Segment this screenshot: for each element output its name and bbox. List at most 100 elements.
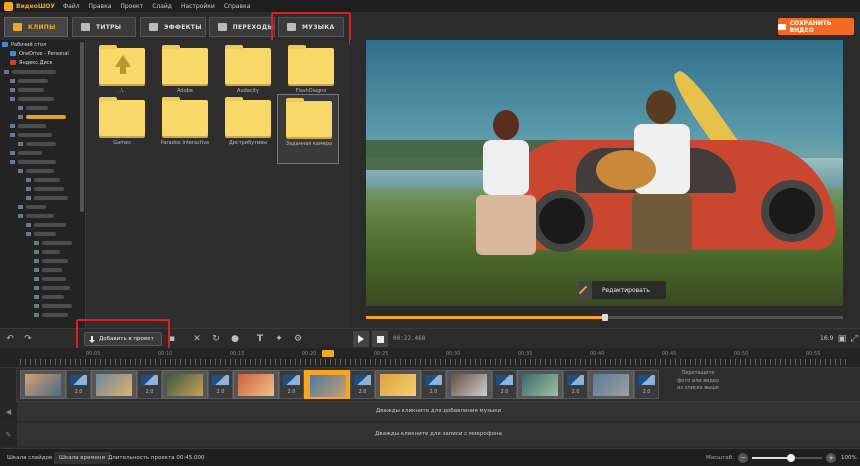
- seek-thumb[interactable]: [601, 314, 608, 321]
- timeline-transition[interactable]: 2.0: [137, 370, 162, 399]
- title-bar: ВидеоШОУ Файл Правка Проект Слайд Настро…: [0, 0, 860, 12]
- edit-button[interactable]: Редактировать: [578, 281, 666, 299]
- timeline-slide[interactable]: [233, 370, 279, 399]
- tree-item-blurred[interactable]: [0, 292, 85, 301]
- save-video-button[interactable]: СОХРАНИТЬ ВИДЕО: [778, 18, 854, 35]
- tree-item-blurred[interactable]: [0, 202, 85, 211]
- tree-item-blurred[interactable]: [0, 193, 85, 202]
- timeline-transition[interactable]: 2.0: [279, 370, 304, 399]
- tree-item-blurred[interactable]: [0, 130, 85, 139]
- menu-project[interactable]: Проект: [120, 3, 143, 10]
- mic-track[interactable]: ✎ Дважды кликните для записи с микрофона: [0, 423, 860, 447]
- play-button[interactable]: [353, 331, 369, 347]
- tree-item-blurred[interactable]: [0, 184, 85, 193]
- seek-bar[interactable]: [366, 314, 843, 321]
- folder-paradox[interactable]: Paradox Interactive: [155, 94, 215, 164]
- tree-scrollbar[interactable]: [80, 42, 84, 212]
- tab-titles[interactable]: ТИТРЫ: [72, 17, 136, 37]
- tree-item-blurred[interactable]: [0, 94, 85, 103]
- timeline-transition[interactable]: 2.0: [208, 370, 233, 399]
- cut-icon[interactable]: ✕: [191, 333, 203, 345]
- tab-transitions[interactable]: ПЕРЕХОДЫ: [209, 17, 275, 37]
- tree-item-onedrive[interactable]: OneDrive - Personal: [0, 49, 85, 58]
- tree-item-blurred[interactable]: [0, 139, 85, 148]
- menu-edit[interactable]: Правка: [89, 3, 112, 10]
- timeline-transition[interactable]: 2.0: [634, 370, 659, 399]
- folder-camera[interactable]: Заданная камера: [277, 94, 339, 164]
- timeline-slide[interactable]: [20, 370, 66, 399]
- tree-item-yandex[interactable]: Яндекс.Диск: [0, 58, 85, 67]
- redo-icon[interactable]: ↷: [22, 333, 34, 345]
- snapshot-icon[interactable]: ▣: [836, 333, 848, 345]
- tab-time-scale[interactable]: Шкала времени: [54, 452, 111, 464]
- zoom-out-button[interactable]: −: [738, 453, 748, 463]
- tree-item-blurred[interactable]: [0, 220, 85, 229]
- tree-item-blurred[interactable]: [0, 247, 85, 256]
- menu-slide[interactable]: Слайд: [152, 3, 172, 10]
- tree-item-blurred[interactable]: [0, 103, 85, 112]
- timeline-slide[interactable]: [162, 370, 208, 399]
- download-arrow-icon: [89, 335, 95, 343]
- tree-item-blurred[interactable]: [0, 175, 85, 184]
- save-video-label: СОХРАНИТЬ ВИДЕО: [789, 19, 832, 34]
- tree-item-blurred[interactable]: [0, 112, 85, 121]
- settings-circle-icon[interactable]: ●: [229, 333, 241, 345]
- tree-item-blurred[interactable]: [0, 166, 85, 175]
- timeline-slide[interactable]: [446, 370, 492, 399]
- tab-slide-scale[interactable]: Шкала слайдов: [2, 452, 57, 464]
- timeline-transition[interactable]: 2.0: [66, 370, 91, 399]
- tree-item-blurred[interactable]: [0, 238, 85, 247]
- rotate-icon[interactable]: ↻: [210, 333, 222, 345]
- tree-item-desktop[interactable]: Рабочий стол: [0, 40, 85, 49]
- add-to-project-button[interactable]: Добавить в проект: [84, 332, 162, 346]
- timeline-slide[interactable]: [91, 370, 137, 399]
- tree-item-blurred[interactable]: [0, 67, 85, 76]
- tree-item-blurred[interactable]: [0, 283, 85, 292]
- tab-music[interactable]: МУЗЫКА: [278, 17, 344, 37]
- blurred-label: [42, 285, 70, 290]
- timeline-ruler[interactable]: 00:05 00:10 00:15 00:20 00:25 00:30 00:35 00:40…: [0, 348, 860, 368]
- magic-wand-icon[interactable]: ✦: [273, 333, 285, 345]
- stop-button[interactable]: [372, 331, 388, 347]
- delete-icon[interactable]: ▪: [166, 333, 178, 345]
- playhead[interactable]: [322, 350, 334, 357]
- tree-item-blurred[interactable]: [0, 148, 85, 157]
- slide-track[interactable]: 2.0 2.0 2.0 2.0 2.0 2.0 2.0 2.0 2.0: [0, 368, 860, 402]
- gear-icon[interactable]: ⚙: [292, 333, 304, 345]
- tree-item-blurred[interactable]: [0, 256, 85, 265]
- tree-item-blurred[interactable]: [0, 157, 85, 166]
- folder-tree[interactable]: Рабочий стол OneDrive - Personal Яндекс.…: [0, 40, 86, 328]
- tree-item-blurred[interactable]: [0, 121, 85, 130]
- aspect-ratio[interactable]: 16:9: [820, 335, 833, 342]
- menu-help[interactable]: Справка: [224, 3, 250, 10]
- zoom-in-button[interactable]: +: [826, 453, 836, 463]
- zoom-slider[interactable]: [752, 454, 822, 462]
- menu-settings[interactable]: Настройки: [181, 3, 215, 10]
- timeline-transition[interactable]: 2.0: [563, 370, 588, 399]
- text-icon[interactable]: T: [254, 333, 266, 345]
- tree-item-blurred[interactable]: [0, 85, 85, 94]
- tree-item-blurred[interactable]: [0, 229, 85, 238]
- folder-distrib[interactable]: Дистрибутивы: [218, 94, 278, 164]
- tree-item-blurred[interactable]: [0, 301, 85, 310]
- tree-item-blurred[interactable]: [0, 76, 85, 85]
- fullscreen-icon[interactable]: ⤢: [848, 333, 860, 345]
- menu-file[interactable]: Файл: [63, 3, 80, 10]
- tab-effects[interactable]: ЭФФЕКТЫ: [140, 17, 206, 37]
- timeline-slide[interactable]: [588, 370, 634, 399]
- timeline-slide[interactable]: [375, 370, 421, 399]
- tab-clips[interactable]: КЛИПЫ: [4, 17, 68, 37]
- tree-item-blurred[interactable]: [0, 265, 85, 274]
- timeline-transition[interactable]: 2.0: [421, 370, 446, 399]
- timeline-transition[interactable]: 2.0: [350, 370, 375, 399]
- timeline-slide[interactable]: [517, 370, 563, 399]
- tree-item-blurred[interactable]: [0, 274, 85, 283]
- tree-item-blurred[interactable]: [0, 211, 85, 220]
- undo-icon[interactable]: ↶: [4, 333, 16, 345]
- timeline-transition[interactable]: 2.0: [492, 370, 517, 399]
- music-track[interactable]: ◀ Дважды кликните для добавления музыки: [0, 402, 860, 422]
- timeline-slide[interactable]: [304, 370, 350, 399]
- zoom-thumb[interactable]: [786, 454, 795, 462]
- folder-games[interactable]: Games: [92, 94, 152, 164]
- tree-item-blurred[interactable]: [0, 310, 85, 319]
